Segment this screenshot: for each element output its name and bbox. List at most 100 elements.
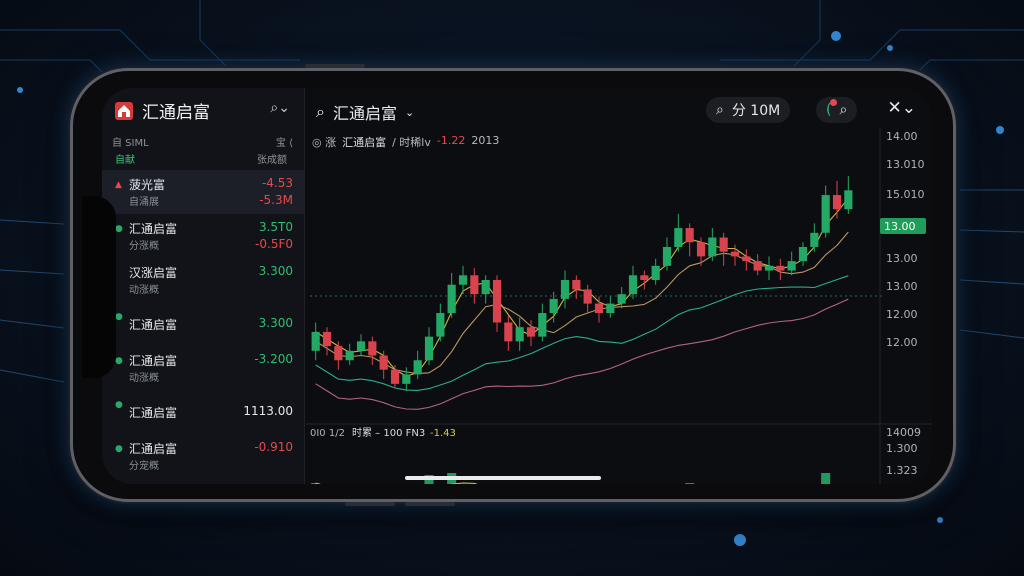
candle-body	[368, 341, 377, 356]
candle-body	[798, 246, 808, 262]
candle-body	[458, 275, 468, 285]
price-axis-tick: 12.00	[886, 308, 918, 321]
volume-axis-tick: 14009	[886, 426, 921, 439]
price-axis-tick: 13.00	[886, 280, 918, 293]
search-icon: ⌕	[839, 102, 848, 118]
stock-row[interactable]: ▲ 菠光富 自涌展 -4.53 -5.3M	[102, 170, 305, 214]
candle-body	[674, 228, 683, 247]
stock-name: 汇通启富	[129, 406, 178, 420]
stock-row[interactable]: ● 汇通启富 3.300	[102, 302, 305, 346]
candle-body	[606, 303, 615, 314]
home-logo-icon	[115, 101, 133, 120]
stock-change: -4.53	[261, 176, 293, 190]
row-marker-icon: ●	[115, 356, 123, 366]
volume-bar	[821, 473, 831, 484]
candle-body	[776, 265, 785, 271]
candle-body	[413, 360, 422, 375]
alert-toggle[interactable]: ( ⌕	[816, 97, 858, 123]
indicator-icon: (	[826, 99, 837, 118]
candle-body	[356, 341, 366, 351]
stock-row[interactable]: ● 汇通启富 1113.00	[102, 390, 305, 434]
row-marker-icon: ●	[115, 444, 123, 454]
app-screen: 汇通启富 ⌕⌄ 自 SIML 宝 ⟨ 自献 张成额 ▲ 菠光富 自涌展 -4.53 -5…	[102, 88, 932, 484]
stock-sub: 动涨概	[129, 373, 159, 384]
price-axis-tick: 12.00	[886, 336, 918, 349]
candle-body	[470, 275, 479, 295]
candle-body	[402, 374, 411, 384]
candle-body	[549, 298, 558, 314]
stock-list: ▲ 菠光富 自涌展 -4.53 -5.3M ● 汇通启富 分涨概 3.5T0 -0.5F0 汉涨启富…	[102, 170, 305, 484]
volume-axis-tick: 1.300	[886, 442, 918, 455]
stock-name: 汇通启富	[129, 442, 178, 456]
candle-body	[515, 327, 524, 342]
candle-body	[334, 346, 343, 361]
stock-name: 汇通启富	[129, 222, 178, 236]
candlestick-chart[interactable]: 14.00 13.010 15.010 13.00 13.00 13.00 12.00 12.…	[306, 128, 932, 484]
candle-body	[424, 336, 434, 361]
stock-row[interactable]: 汉涨启富 动涨概 3.300	[102, 258, 305, 302]
row-marker-icon: ●	[115, 312, 123, 322]
moving-average-line	[315, 197, 849, 377]
candle-body	[594, 303, 604, 314]
watchlist-menu-icon[interactable]: 宝 ⟨	[276, 134, 293, 149]
stock-name: 汇通启富	[129, 354, 178, 368]
stock-change: -0.910	[254, 440, 293, 454]
brand[interactable]: 汇通启富	[114, 98, 210, 123]
candle-body	[538, 313, 547, 337]
volume-ma-line	[315, 482, 478, 484]
column-change-header[interactable]: 张成额	[257, 151, 287, 166]
candle-body	[628, 275, 638, 295]
home-indicator[interactable]	[405, 476, 601, 480]
candle-body	[481, 280, 490, 295]
candle-body	[662, 246, 672, 266]
watchlist-sidebar: 汇通启富 ⌕⌄ 自 SIML 宝 ⟨ 自献 张成额 ▲ 菠光富 自涌展 -4.53 -5…	[102, 88, 305, 484]
candle-body	[730, 251, 740, 257]
price-axis-tick: 15.010	[886, 188, 925, 201]
symbol-title: 汇通启富	[332, 104, 397, 123]
stock-row[interactable]: ●汇通启富90.SM4	[102, 478, 305, 484]
volume-header-item: -1.43	[430, 428, 456, 439]
interval-label: 分 10M	[731, 103, 781, 119]
candle-body	[719, 237, 728, 252]
candle-body	[390, 369, 400, 384]
stock-sub: 自涌展	[129, 197, 159, 208]
row-marker-icon: ●	[115, 400, 123, 410]
column-name-header[interactable]: 自献	[115, 151, 135, 166]
candle-body	[583, 289, 592, 304]
watchlist-title: 自 SIML	[112, 138, 149, 149]
candle-body	[696, 242, 706, 257]
candle-body	[560, 280, 570, 299]
brand-name: 汇通启富	[142, 103, 210, 123]
phone-bottom-button	[345, 502, 395, 506]
volume-header-item: 0I0 1/2	[310, 428, 345, 439]
candle-body	[844, 190, 853, 210]
stock-row[interactable]: ● 汇通启富 动涨概 -3.200	[102, 346, 305, 390]
candle-body	[753, 261, 762, 271]
candle-body	[640, 275, 649, 280]
phone-top-button	[305, 64, 365, 68]
candle-body	[651, 265, 660, 280]
close-icon[interactable]: ✕⌄	[888, 98, 917, 118]
stock-row[interactable]: ● 汇通启富 分宠概 -0.910	[102, 434, 305, 478]
candle-body	[436, 313, 445, 337]
stock-change: 1113.00	[243, 404, 293, 418]
chevron-down-icon: ⌄	[404, 105, 415, 119]
candle-body	[504, 322, 513, 342]
phone-bottom-button-2	[405, 502, 455, 506]
symbol-search[interactable]: ⌕ 汇通启富 ⌄	[316, 100, 414, 124]
row-marker-icon: ●	[115, 224, 123, 234]
stock-change: 3.300	[258, 316, 293, 330]
volume-axis-tick: 1.323	[886, 464, 918, 477]
row-marker-icon: ▲	[115, 180, 122, 190]
search-icon: ⌕	[716, 102, 724, 118]
candle-body	[764, 265, 774, 271]
candle-body	[311, 331, 320, 351]
interval-selector[interactable]: ⌕ 分 10M	[706, 97, 791, 123]
stock-row[interactable]: ● 汇通启富 分涨概 3.5T0 -0.5F0	[102, 214, 305, 258]
price-axis-tick: 13.00	[886, 252, 918, 265]
chart-panel: ⌕ 汇通启富 ⌄ ⌕ 分 10M ( ⌕ ✕⌄ ◎ 涨汇通启富 / 时稀lv -1.…	[306, 88, 932, 484]
moving-average-line	[315, 231, 849, 375]
price-axis-tick: 14.00	[886, 130, 918, 143]
candle-body	[685, 228, 694, 243]
search-icon[interactable]: ⌕⌄	[270, 100, 290, 116]
